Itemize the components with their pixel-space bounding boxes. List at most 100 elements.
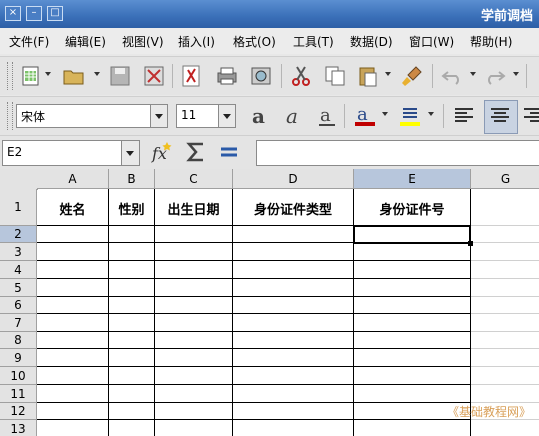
print-icon[interactable] bbox=[215, 64, 239, 88]
italic-icon[interactable]: a bbox=[282, 104, 306, 128]
equals-icon[interactable] bbox=[217, 140, 241, 164]
maximize-icon[interactable]: □ bbox=[47, 6, 63, 21]
row-header-8[interactable]: 8 bbox=[0, 332, 37, 349]
font-color-icon[interactable]: a bbox=[353, 104, 377, 128]
cell-c5[interactable] bbox=[155, 279, 233, 297]
cell-c12[interactable] bbox=[155, 403, 233, 420]
column-header-c[interactable]: C bbox=[155, 169, 233, 189]
cell-a3[interactable] bbox=[37, 243, 109, 261]
cell-b8[interactable] bbox=[109, 332, 155, 349]
cell-c9[interactable] bbox=[155, 349, 233, 367]
cell-g1[interactable] bbox=[471, 189, 539, 226]
redo-icon[interactable] bbox=[483, 64, 507, 88]
cell-a13[interactable] bbox=[37, 420, 109, 436]
cell-d6[interactable] bbox=[233, 297, 354, 314]
cell-a2[interactable] bbox=[37, 226, 109, 243]
sum-icon[interactable] bbox=[184, 140, 208, 164]
cell-a11[interactable] bbox=[37, 385, 109, 403]
close-icon[interactable]: × bbox=[5, 6, 21, 21]
row-header-11[interactable]: 11 bbox=[0, 385, 37, 403]
cell-g9[interactable] bbox=[471, 349, 539, 367]
name-box[interactable]: E2 bbox=[2, 140, 140, 166]
column-header-e[interactable]: E bbox=[354, 169, 471, 189]
cell-g11[interactable] bbox=[471, 385, 539, 403]
active-cell-e2[interactable] bbox=[353, 225, 473, 246]
cell-e7[interactable] bbox=[354, 314, 471, 332]
chevron-down-icon[interactable] bbox=[121, 141, 139, 165]
cell-b11[interactable] bbox=[109, 385, 155, 403]
cell-c10[interactable] bbox=[155, 367, 233, 385]
cell-g6[interactable] bbox=[471, 297, 539, 314]
column-header-a[interactable]: A bbox=[37, 169, 109, 189]
cell-d5[interactable] bbox=[233, 279, 354, 297]
minimize-icon[interactable]: – bbox=[26, 6, 42, 21]
cell-a9[interactable] bbox=[37, 349, 109, 367]
cell-c6[interactable] bbox=[155, 297, 233, 314]
cell-e5[interactable] bbox=[354, 279, 471, 297]
undo-dropdown-icon[interactable] bbox=[470, 72, 476, 76]
row-header-6[interactable]: 6 bbox=[0, 297, 37, 314]
menu-window[interactable]: 窗口(W) bbox=[409, 33, 454, 50]
cell-b12[interactable] bbox=[109, 403, 155, 420]
paste-icon[interactable] bbox=[356, 64, 380, 88]
toolbar-grip[interactable] bbox=[7, 62, 13, 90]
save-icon[interactable] bbox=[108, 64, 132, 88]
cell-d2[interactable] bbox=[233, 226, 354, 243]
highlight-dropdown-icon[interactable] bbox=[428, 112, 434, 116]
chevron-down-icon[interactable] bbox=[150, 105, 167, 127]
column-header-d[interactable]: D bbox=[233, 169, 354, 189]
menu-data[interactable]: 数据(D) bbox=[350, 33, 393, 50]
cell-a10[interactable] bbox=[37, 367, 109, 385]
cell-g10[interactable] bbox=[471, 367, 539, 385]
font-size-combo[interactable]: 11 bbox=[176, 104, 236, 128]
cell-c8[interactable] bbox=[155, 332, 233, 349]
function-wizard-icon[interactable]: fx bbox=[150, 140, 174, 164]
cut-icon[interactable] bbox=[289, 64, 313, 88]
underline-icon[interactable]: a bbox=[315, 104, 339, 128]
cell-a4[interactable] bbox=[37, 261, 109, 279]
select-all-corner[interactable] bbox=[0, 169, 38, 190]
export-icon[interactable] bbox=[142, 64, 166, 88]
cell-b10[interactable] bbox=[109, 367, 155, 385]
cell-b1[interactable]: 性别 bbox=[109, 189, 155, 226]
cell-d1[interactable]: 身份证件类型 bbox=[233, 189, 354, 226]
font-color-dropdown-icon[interactable] bbox=[382, 112, 388, 116]
row-header-13[interactable]: 13 bbox=[0, 420, 37, 436]
toolbar-grip[interactable] bbox=[7, 102, 13, 130]
cell-e9[interactable] bbox=[354, 349, 471, 367]
cell-a5[interactable] bbox=[37, 279, 109, 297]
cell-g5[interactable] bbox=[471, 279, 539, 297]
row-header-10[interactable]: 10 bbox=[0, 367, 37, 385]
cell-g8[interactable] bbox=[471, 332, 539, 349]
print-preview-icon[interactable] bbox=[249, 64, 273, 88]
cell-c7[interactable] bbox=[155, 314, 233, 332]
menu-file[interactable]: 文件(F) bbox=[9, 33, 49, 50]
menu-tools[interactable]: 工具(T) bbox=[293, 33, 334, 50]
menu-format[interactable]: 格式(O) bbox=[233, 33, 276, 50]
column-header-g[interactable]: G bbox=[471, 169, 539, 189]
cell-b2[interactable] bbox=[109, 226, 155, 243]
align-center-icon[interactable] bbox=[488, 104, 512, 128]
cell-b5[interactable] bbox=[109, 279, 155, 297]
align-left-icon[interactable] bbox=[452, 104, 476, 128]
bold-icon[interactable]: a bbox=[248, 104, 272, 128]
align-right-icon[interactable] bbox=[521, 104, 539, 128]
cell-b3[interactable] bbox=[109, 243, 155, 261]
cell-e8[interactable] bbox=[354, 332, 471, 349]
paste-dropdown-icon[interactable] bbox=[385, 72, 391, 76]
row-header-3[interactable]: 3 bbox=[0, 243, 37, 261]
cell-a8[interactable] bbox=[37, 332, 109, 349]
font-name-combo[interactable]: 宋体 bbox=[16, 104, 168, 128]
new-dropdown-icon[interactable] bbox=[45, 72, 51, 76]
cell-c2[interactable] bbox=[155, 226, 233, 243]
new-spreadsheet-icon[interactable] bbox=[19, 64, 43, 88]
menu-edit[interactable]: 编辑(E) bbox=[65, 33, 106, 50]
undo-icon[interactable] bbox=[440, 64, 464, 88]
cell-g2[interactable] bbox=[471, 226, 539, 243]
cell-c1[interactable]: 出生日期 bbox=[155, 189, 233, 226]
highlight-icon[interactable] bbox=[398, 104, 422, 128]
cell-e3[interactable] bbox=[354, 243, 471, 261]
cell-a7[interactable] bbox=[37, 314, 109, 332]
menu-view[interactable]: 视图(V) bbox=[122, 33, 164, 50]
row-header-9[interactable]: 9 bbox=[0, 349, 37, 367]
